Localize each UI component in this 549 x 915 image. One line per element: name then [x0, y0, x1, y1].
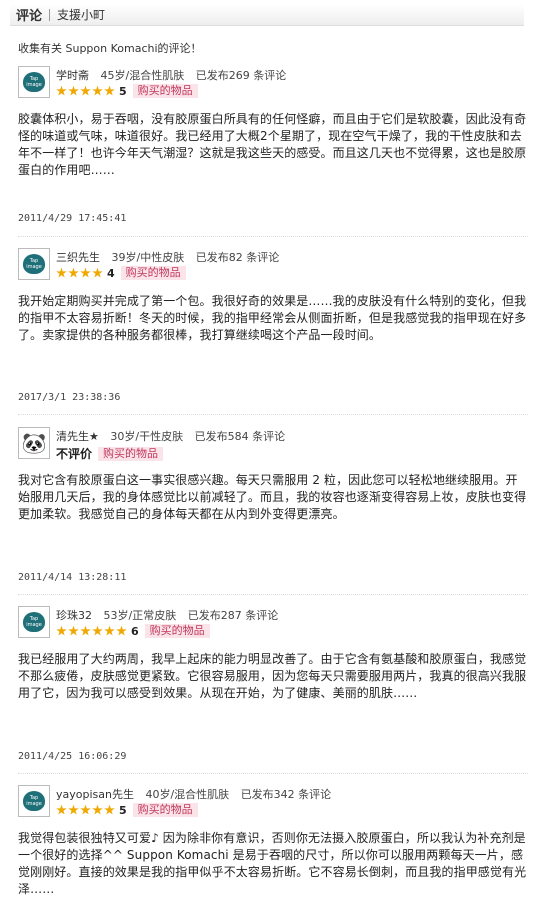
heart-logo-icon: Tap image [23, 72, 45, 92]
purchased-badge: 购买的物品 [98, 446, 164, 461]
review-date: 2017/3/1 23:38:36 [18, 392, 121, 403]
purchased-badge: 购买的物品 [120, 266, 186, 280]
reviewer-name[interactable]: yayopisan先生 [56, 788, 134, 801]
star-icon [104, 625, 115, 636]
star-icon [80, 85, 91, 96]
reviewer-profile: 40岁/混合性肌肤 [145, 788, 230, 801]
review-page: 评论 支援小町 收集有关 Suppon Komachi的评论！ Tap image… [0, 0, 549, 915]
reviewer-name[interactable]: 学时斋 [56, 69, 89, 82]
purchased-badge: 购买的物品 [144, 624, 210, 638]
header-bar: 评论 支援小町 [10, 4, 524, 26]
star-icon [68, 85, 79, 96]
star-icon [80, 804, 91, 815]
star-icon [56, 267, 67, 278]
review-text: 我对它含有胶原蛋白这一事实很感兴趣。每天只需服用 2 粒，因此您可以轻松地继续服… [18, 473, 527, 521]
review-count[interactable]: 已发布342 条评论 [241, 788, 332, 801]
review-item: Tap image yayopisan先生 40岁/混合性肌肤 已发布342 条评… [18, 785, 528, 898]
rating: 不评价 购买的物品 [56, 445, 164, 462]
shop-name[interactable]: 支援小町 [57, 6, 105, 23]
tab-reviews[interactable]: 评论 [16, 5, 42, 24]
purchased-badge: 购买的物品 [132, 84, 198, 98]
divider [18, 236, 528, 237]
star-icon [104, 804, 115, 815]
rating-score: 6 [131, 624, 139, 638]
review-text: 胶囊体积小，易于吞咽，没有胶原蛋白所具有的任何怪癖，而且由于它们是软胶囊，因此没… [18, 112, 527, 177]
rating: 6 购买的物品 [56, 624, 210, 638]
star-icon [68, 804, 79, 815]
star-icon [68, 267, 79, 278]
review-date: 2011/4/14 13:28:11 [18, 572, 127, 583]
divider [18, 773, 528, 774]
heart-logo-icon: Tap image [23, 791, 45, 811]
heart-logo-icon: Tap image [23, 254, 45, 274]
rating-score: 4 [107, 266, 115, 280]
reviewer-name[interactable]: 三织先生 [56, 251, 100, 264]
star-icon [92, 804, 103, 815]
review-count[interactable]: 已发布287 条评论 [188, 609, 279, 622]
review-count[interactable]: 已发布269 条评论 [196, 69, 287, 82]
review-item: Tap image 学时斋 45岁/混合性肌肤 已发布269 条评论 5 购买的物… [18, 66, 528, 179]
intro-text: 收集有关 Suppon Komachi的评论！ [18, 42, 202, 55]
avatar[interactable]: Tap image [18, 785, 50, 817]
review-text: 我开始定期购买并完成了第一个包。我很好奇的效果是……我的皮肤没有什么特别的变化，… [18, 294, 527, 342]
review-count[interactable]: 已发布584 条评论 [195, 430, 286, 443]
star-icon [56, 85, 67, 96]
star-icon [116, 625, 127, 636]
star-icon [56, 625, 67, 636]
review-item: Tap image 珍珠32 53岁/正常皮肤 已发布287 条评论 6 购买的物… [18, 606, 528, 702]
divider [18, 414, 528, 415]
avatar[interactable]: Tap image [18, 66, 50, 98]
reviewer-profile: 45岁/混合性肌肤 [100, 69, 185, 82]
star-icon [56, 804, 67, 815]
review-date: 2011/4/25 16:06:29 [18, 751, 127, 762]
review-text: 我觉得包装很独特又可爱♪ 因为除非你有意识，否则你无法摄入胶原蛋白，所以我认为补… [18, 831, 527, 896]
rating: 5 购买的物品 [56, 84, 198, 98]
star-icon [92, 85, 103, 96]
purchased-badge: 购买的物品 [132, 803, 198, 817]
reviewer-profile: 39岁/中性皮肤 [111, 251, 185, 264]
divider [18, 594, 528, 595]
star-icon [80, 267, 91, 278]
review-item: Tap image 三织先生 39岁/中性皮肤 已发布82 条评论 4 购买的物品… [18, 248, 528, 344]
rating-score: 5 [119, 803, 127, 817]
star-icon [68, 625, 79, 636]
star-icon [80, 625, 91, 636]
no-rating-label: 不评价 [56, 447, 93, 461]
header-divider [49, 8, 51, 21]
review-count[interactable]: 已发布82 条评论 [196, 251, 280, 264]
rating-score: 5 [119, 84, 127, 98]
star-icon [104, 85, 115, 96]
avatar[interactable]: 🐼 [18, 427, 50, 459]
avatar[interactable]: Tap image [18, 248, 50, 280]
reviewer-name[interactable]: 清先生★ [56, 430, 99, 443]
rating: 5 购买的物品 [56, 803, 198, 817]
reviewer-profile: 53岁/正常皮肤 [103, 609, 177, 622]
rating: 4 购买的物品 [56, 266, 186, 280]
reviewer-profile: 30岁/干性皮肤 [110, 430, 184, 443]
reviewer-name[interactable]: 珍珠32 [56, 609, 92, 622]
star-icon [92, 625, 103, 636]
review-text: 我已经服用了大约两周，我早上起床的能力明显改善了。由于它含有氨基酸和胶原蛋白，我… [18, 652, 527, 700]
review-item: 🐼 清先生★ 30岁/干性皮肤 已发布584 条评论 不评价 购买的物品 我对它… [18, 427, 528, 523]
review-date: 2011/4/29 17:45:41 [18, 213, 127, 224]
heart-logo-icon: Tap image [23, 612, 45, 632]
avatar[interactable]: Tap image [18, 606, 50, 638]
star-icon [92, 267, 103, 278]
panda-icon: 🐼 [21, 431, 47, 455]
